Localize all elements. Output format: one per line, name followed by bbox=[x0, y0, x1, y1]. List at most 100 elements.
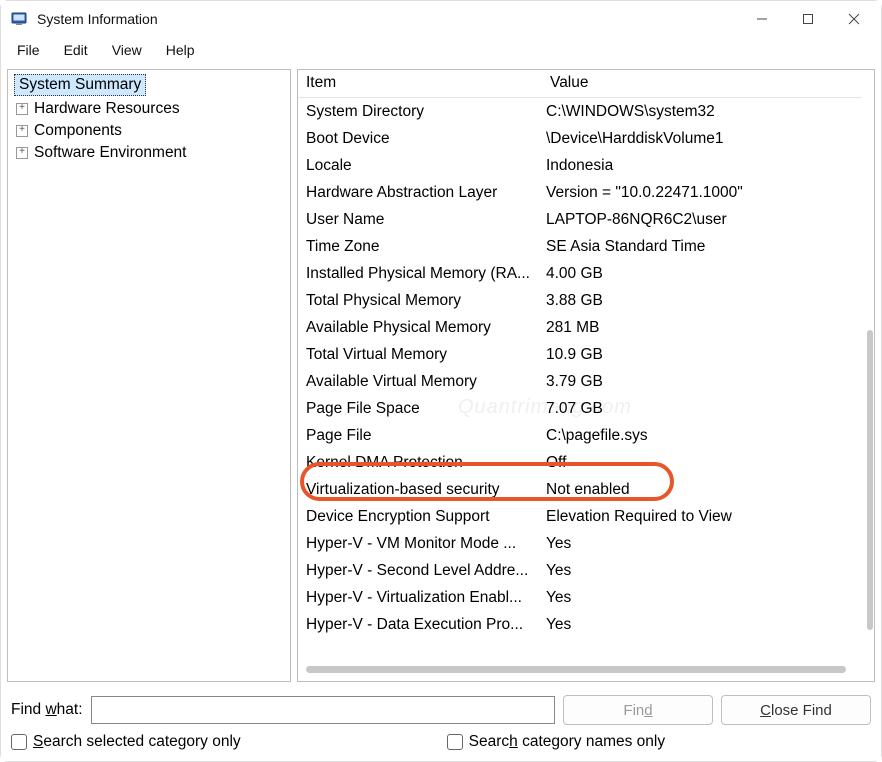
menubar: File Edit View Help bbox=[1, 37, 881, 63]
table-row[interactable]: Hyper-V - Data Execution Pro...Yes bbox=[298, 611, 862, 638]
cell-item: Page File bbox=[298, 427, 542, 445]
tree-item-label: Hardware Resources bbox=[34, 100, 180, 118]
find-what-input[interactable] bbox=[91, 696, 555, 724]
table-row[interactable]: Hyper-V - VM Monitor Mode ...Yes bbox=[298, 530, 862, 557]
cell-value: Yes bbox=[542, 589, 862, 607]
table-row[interactable]: User NameLAPTOP-86NQR6C2\user bbox=[298, 206, 862, 233]
horizontal-scrollbar-thumb[interactable] bbox=[306, 666, 846, 673]
tree-item-components[interactable]: Components bbox=[14, 120, 284, 142]
column-header-value[interactable]: Value bbox=[542, 70, 862, 97]
cell-item: User Name bbox=[298, 211, 542, 229]
cell-item: Kernel DMA Protection bbox=[298, 454, 542, 472]
horizontal-scrollbar[interactable] bbox=[306, 663, 854, 677]
vertical-scrollbar-thumb[interactable] bbox=[867, 330, 873, 630]
table-row[interactable]: Page FileC:\pagefile.sys bbox=[298, 422, 862, 449]
details-rows: System DirectoryC:\WINDOWS\system32Boot … bbox=[298, 98, 862, 661]
system-information-window: System Information File Edit View Help S… bbox=[0, 0, 882, 762]
cell-value: Yes bbox=[542, 535, 862, 553]
cell-item: Locale bbox=[298, 157, 542, 175]
cell-value: SE Asia Standard Time bbox=[542, 238, 862, 256]
column-headers: Item Value bbox=[298, 70, 862, 98]
tree-item-software-environment[interactable]: Software Environment bbox=[14, 142, 284, 164]
tree-item-label: Software Environment bbox=[34, 144, 187, 162]
cell-value: 7.07 GB bbox=[542, 400, 862, 418]
main-area: System Summary Hardware Resources Compon… bbox=[1, 63, 881, 688]
minimize-button[interactable] bbox=[739, 3, 785, 35]
expand-icon[interactable] bbox=[16, 125, 28, 137]
cell-value: C:\WINDOWS\system32 bbox=[542, 103, 862, 121]
cell-value: Indonesia bbox=[542, 157, 862, 175]
table-row[interactable]: Kernel DMA ProtectionOff bbox=[298, 449, 862, 476]
column-header-item[interactable]: Item bbox=[298, 70, 542, 97]
details-panel: Item Value System DirectoryC:\WINDOWS\sy… bbox=[297, 69, 875, 682]
table-row[interactable]: Time ZoneSE Asia Standard Time bbox=[298, 233, 862, 260]
expand-icon[interactable] bbox=[16, 147, 28, 159]
table-row[interactable]: Virtualization-based securityNot enabled bbox=[298, 476, 862, 503]
table-row[interactable]: Device Encryption SupportElevation Requi… bbox=[298, 503, 862, 530]
table-row[interactable]: Hyper-V - Virtualization Enabl...Yes bbox=[298, 584, 862, 611]
table-row[interactable]: Total Virtual Memory10.9 GB bbox=[298, 341, 862, 368]
cell-item: Available Physical Memory bbox=[298, 319, 542, 337]
menu-file[interactable]: File bbox=[7, 40, 50, 60]
cell-value: LAPTOP-86NQR6C2\user bbox=[542, 211, 862, 229]
table-row[interactable]: Total Physical Memory3.88 GB bbox=[298, 287, 862, 314]
tree-item-label: Components bbox=[34, 122, 122, 140]
cell-item: System Directory bbox=[298, 103, 542, 121]
cell-item: Installed Physical Memory (RA... bbox=[298, 265, 542, 283]
cell-value: Not enabled bbox=[542, 481, 862, 499]
tree-panel: System Summary Hardware Resources Compon… bbox=[7, 69, 291, 682]
table-row[interactable]: Available Physical Memory281 MB bbox=[298, 314, 862, 341]
cell-value: 3.88 GB bbox=[542, 292, 862, 310]
table-row[interactable]: LocaleIndonesia bbox=[298, 152, 862, 179]
titlebar: System Information bbox=[1, 1, 881, 37]
tree-root[interactable]: System Summary bbox=[14, 74, 146, 96]
cell-item: Available Virtual Memory bbox=[298, 373, 542, 391]
table-row[interactable]: Boot Device\Device\HarddiskVolume1 bbox=[298, 125, 862, 152]
cell-item: Hyper-V - Virtualization Enabl... bbox=[298, 589, 542, 607]
table-row[interactable]: Hyper-V - Second Level Addre...Yes bbox=[298, 557, 862, 584]
tree-item-hardware-resources[interactable]: Hardware Resources bbox=[14, 98, 284, 120]
cell-item: Device Encryption Support bbox=[298, 508, 542, 526]
checkbox-icon bbox=[11, 734, 27, 750]
cell-item: Total Virtual Memory bbox=[298, 346, 542, 364]
close-find-button[interactable]: Close Find bbox=[721, 695, 871, 725]
cell-value: 3.79 GB bbox=[542, 373, 862, 391]
table-row[interactable]: Hardware Abstraction LayerVersion = "10.… bbox=[298, 179, 862, 206]
menu-edit[interactable]: Edit bbox=[54, 40, 98, 60]
cell-value: \Device\HarddiskVolume1 bbox=[542, 130, 862, 148]
table-row[interactable]: Available Virtual Memory3.79 GB bbox=[298, 368, 862, 395]
cell-value: Yes bbox=[542, 616, 862, 634]
table-row[interactable]: Installed Physical Memory (RA...4.00 GB bbox=[298, 260, 862, 287]
search-category-names-checkbox[interactable]: Search category names only bbox=[447, 733, 665, 751]
find-button[interactable]: Find bbox=[563, 695, 713, 725]
cell-value: 10.9 GB bbox=[542, 346, 862, 364]
window-controls bbox=[739, 3, 877, 35]
cell-item: Hyper-V - VM Monitor Mode ... bbox=[298, 535, 542, 553]
app-icon bbox=[11, 10, 29, 28]
checkbox-icon bbox=[447, 734, 463, 750]
expand-icon[interactable] bbox=[16, 103, 28, 115]
cell-value: Yes bbox=[542, 562, 862, 580]
cell-item: Hyper-V - Data Execution Pro... bbox=[298, 616, 542, 634]
cell-item: Boot Device bbox=[298, 130, 542, 148]
cell-item: Virtualization-based security bbox=[298, 481, 542, 499]
cell-item: Hyper-V - Second Level Addre... bbox=[298, 562, 542, 580]
cell-item: Total Physical Memory bbox=[298, 292, 542, 310]
find-what-label: Find what: bbox=[11, 701, 83, 719]
maximize-button[interactable] bbox=[785, 3, 831, 35]
cell-value: 4.00 GB bbox=[542, 265, 862, 283]
cell-item: Hardware Abstraction Layer bbox=[298, 184, 542, 202]
menu-view[interactable]: View bbox=[102, 40, 152, 60]
table-row[interactable]: Page File Space7.07 GB bbox=[298, 395, 862, 422]
cell-value: Version = "10.0.22471.1000" bbox=[542, 184, 862, 202]
find-bar: Find what: Find Close Find Search select… bbox=[1, 688, 881, 761]
cell-value: Off bbox=[542, 454, 862, 472]
window-title: System Information bbox=[37, 11, 739, 27]
table-row[interactable]: System DirectoryC:\WINDOWS\system32 bbox=[298, 98, 862, 125]
cell-item: Page File Space bbox=[298, 400, 542, 418]
close-button[interactable] bbox=[831, 3, 877, 35]
search-selected-category-checkbox[interactable]: Search selected category only bbox=[11, 733, 241, 751]
cell-value: 281 MB bbox=[542, 319, 862, 337]
cell-value: Elevation Required to View bbox=[542, 508, 862, 526]
menu-help[interactable]: Help bbox=[156, 40, 205, 60]
